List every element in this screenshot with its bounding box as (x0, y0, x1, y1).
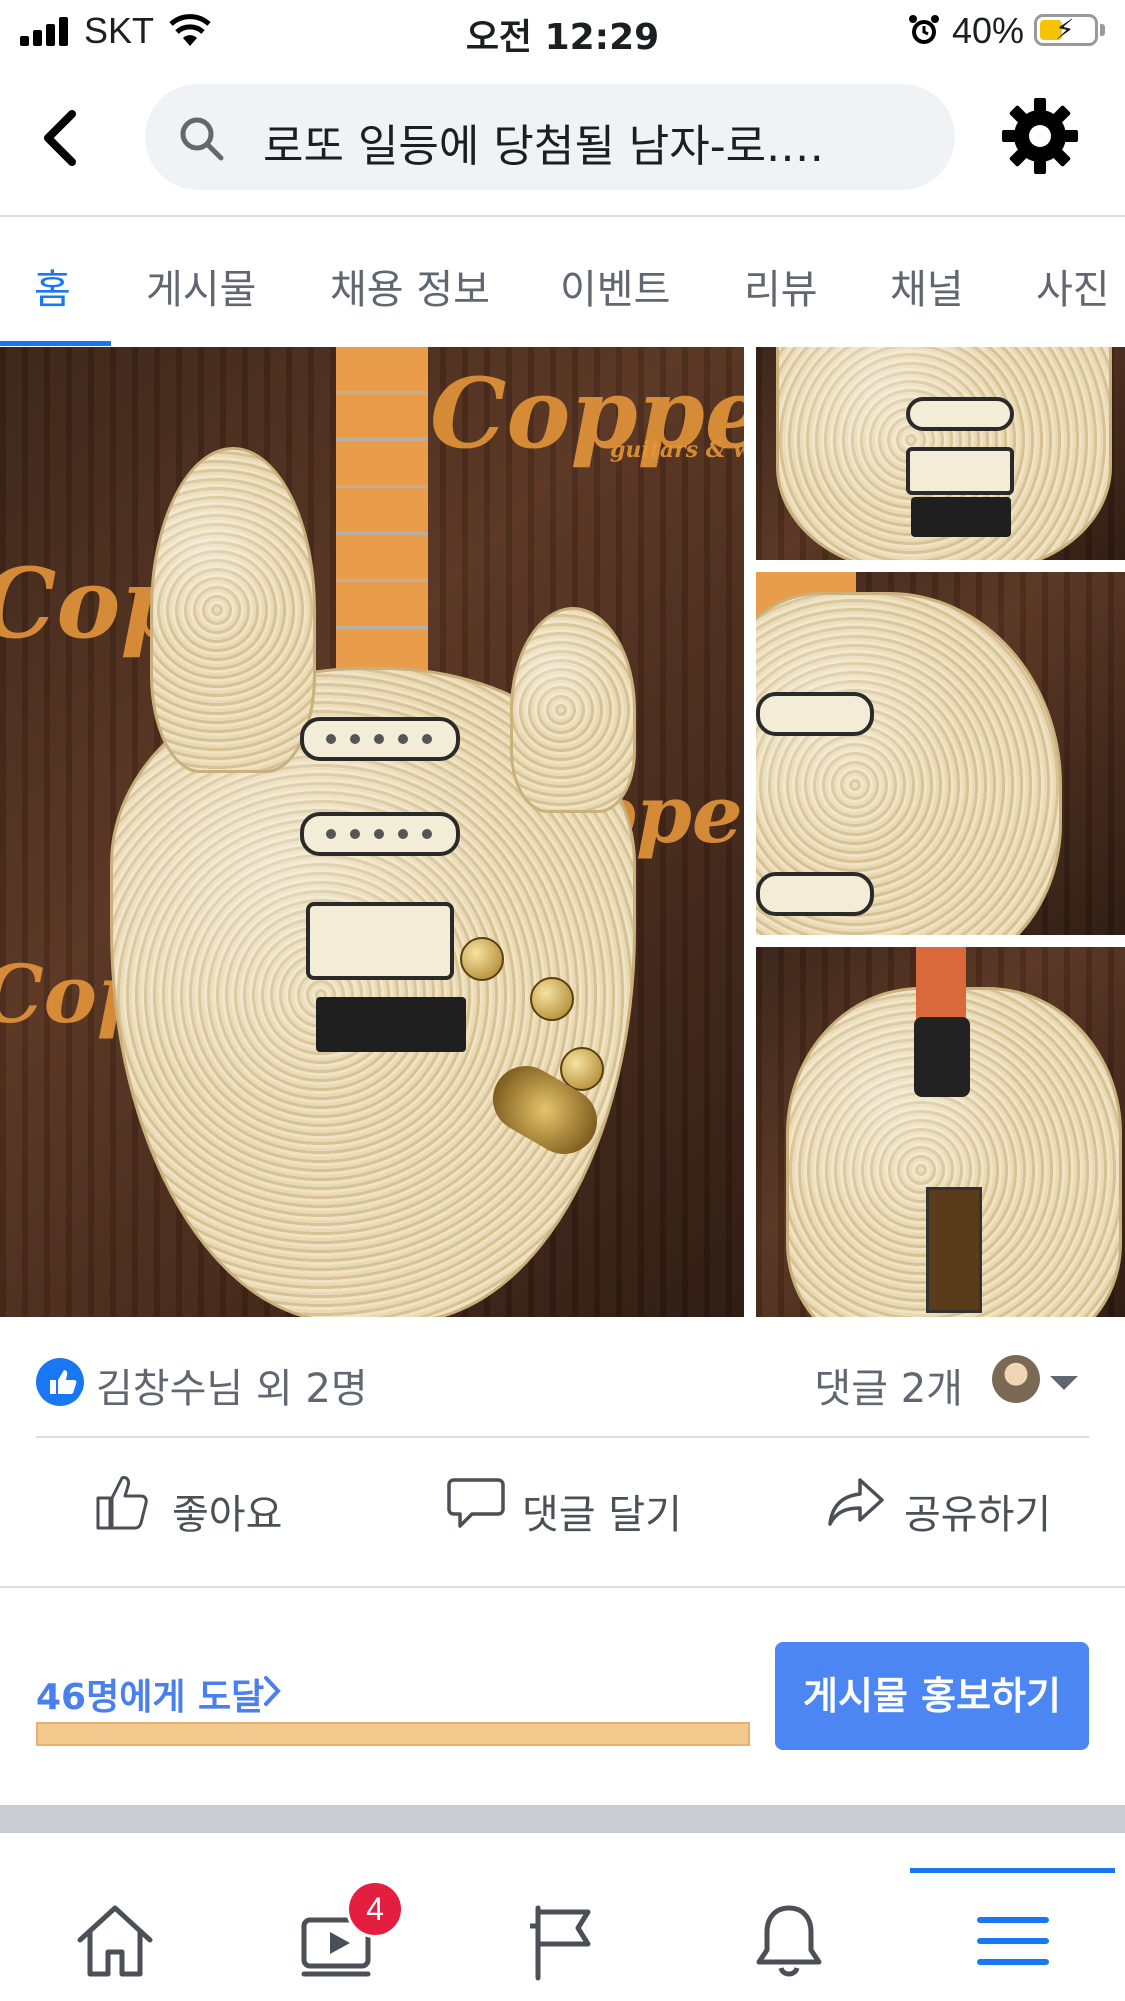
battery-percent: 40% (952, 10, 1025, 51)
like-button[interactable]: 좋아요 (92, 1470, 292, 1550)
bottom-navigation: 4 (0, 1868, 1125, 2001)
pickup-2b (906, 447, 1014, 495)
thumbs-up-icon (96, 1476, 148, 1530)
battery-tip (1100, 24, 1105, 36)
top-bar: 로또 일등에 당첨될 남자-로.… (0, 60, 1125, 217)
alarm-icon (909, 15, 939, 44)
reaction-names[interactable]: 김창수님 외 2명 (96, 1356, 368, 1414)
comment-button[interactable]: 댓글 달기 (446, 1470, 706, 1550)
section-spacer (0, 1833, 1125, 1870)
comment-count[interactable]: 댓글 2개 (814, 1356, 963, 1414)
status-bar: SKT 오전 12:29 40% ⚡ (0, 0, 1125, 60)
chevron-down-icon[interactable] (1050, 1376, 1078, 1390)
boost-post-button[interactable]: 게시물 홍보하기 (775, 1642, 1089, 1750)
back-arrow-icon[interactable] (36, 108, 86, 168)
active-nav-indicator (910, 1868, 1115, 1873)
chevron-right-icon[interactable] (262, 1674, 282, 1708)
guitar-neck (336, 347, 428, 707)
search-query: 로또 일등에 당첨될 남자-로.… (263, 121, 825, 172)
section-separator (0, 1805, 1125, 1833)
divider (36, 1436, 1089, 1438)
post-actions: 좋아요 댓글 달기 공유하기 (0, 1440, 1125, 1585)
pickup-middle (300, 812, 460, 856)
pickup-2a (906, 397, 1014, 431)
comment-label: 댓글 달기 (522, 1492, 682, 1538)
guitar-horn-right (510, 607, 636, 813)
reach-progress-bar (36, 1722, 750, 1746)
comment-icon (447, 1478, 505, 1528)
reach-link[interactable]: 46명에게 도달 (36, 1668, 264, 1720)
guitar-bridge-2 (911, 497, 1011, 537)
active-tab-indicator (0, 341, 111, 346)
reactions-summary[interactable]: 김창수님 외 2명 댓글 2개 (0, 1340, 1125, 1440)
guitar-photo-main[interactable]: Copper guitars & w Copp pper Cop (0, 347, 744, 1317)
tab-events[interactable]: 이벤트 (560, 257, 670, 315)
pickup-neck (300, 717, 460, 761)
guitar-horn-left (150, 447, 316, 773)
knob-1 (460, 937, 504, 981)
like-label: 좋아요 (172, 1492, 283, 1538)
neck-plate (914, 1017, 970, 1097)
flag-icon[interactable] (518, 1896, 608, 1986)
tab-reviews[interactable]: 리뷰 (744, 257, 818, 315)
tab-posts[interactable]: 게시물 (146, 257, 256, 315)
tab-jobs[interactable]: 채용 정보 (330, 257, 490, 315)
tremolo-cavity (926, 1187, 982, 1313)
insights-section: 46명에게 도달 게시물 홍보하기 (0, 1590, 1125, 1805)
knob-2 (530, 977, 574, 1021)
pickup-3a (756, 692, 874, 736)
post-photo-grid: Copper guitars & w Copp pper Cop (0, 347, 1125, 1317)
share-button[interactable]: 공유하기 (826, 1470, 1056, 1550)
tab-channels[interactable]: 채널 (890, 257, 964, 315)
guitar-photo-2[interactable] (756, 347, 1125, 560)
share-label: 공유하기 (904, 1492, 1052, 1538)
guitar-photo-3[interactable] (756, 572, 1125, 935)
brand-subtext: guitars & w (610, 437, 744, 463)
like-reaction-icon (36, 1358, 84, 1406)
pickup-3b (756, 872, 874, 916)
notification-badge: 4 (346, 1880, 404, 1938)
page-tabs: 홈 게시물 채용 정보 이벤트 리뷰 채널 사진 (0, 217, 1125, 347)
guitar-bridge (316, 997, 466, 1052)
menu-icon[interactable] (968, 1896, 1058, 1986)
pickup-bridge (306, 902, 454, 980)
share-icon (828, 1478, 884, 1526)
avatar[interactable] (992, 1355, 1040, 1403)
divider (0, 1586, 1125, 1588)
home-icon[interactable] (70, 1896, 160, 1986)
battery-icon: ⚡ (1034, 13, 1098, 46)
search-icon (180, 117, 224, 161)
search-bar[interactable]: 로또 일등에 당첨될 남자-로.… (145, 84, 955, 190)
tab-photos[interactable]: 사진 (1036, 257, 1110, 315)
gear-icon[interactable] (1000, 96, 1080, 176)
bell-icon[interactable] (744, 1896, 834, 1986)
tab-home[interactable]: 홈 (34, 257, 71, 315)
guitar-photo-4[interactable] (756, 947, 1125, 1317)
